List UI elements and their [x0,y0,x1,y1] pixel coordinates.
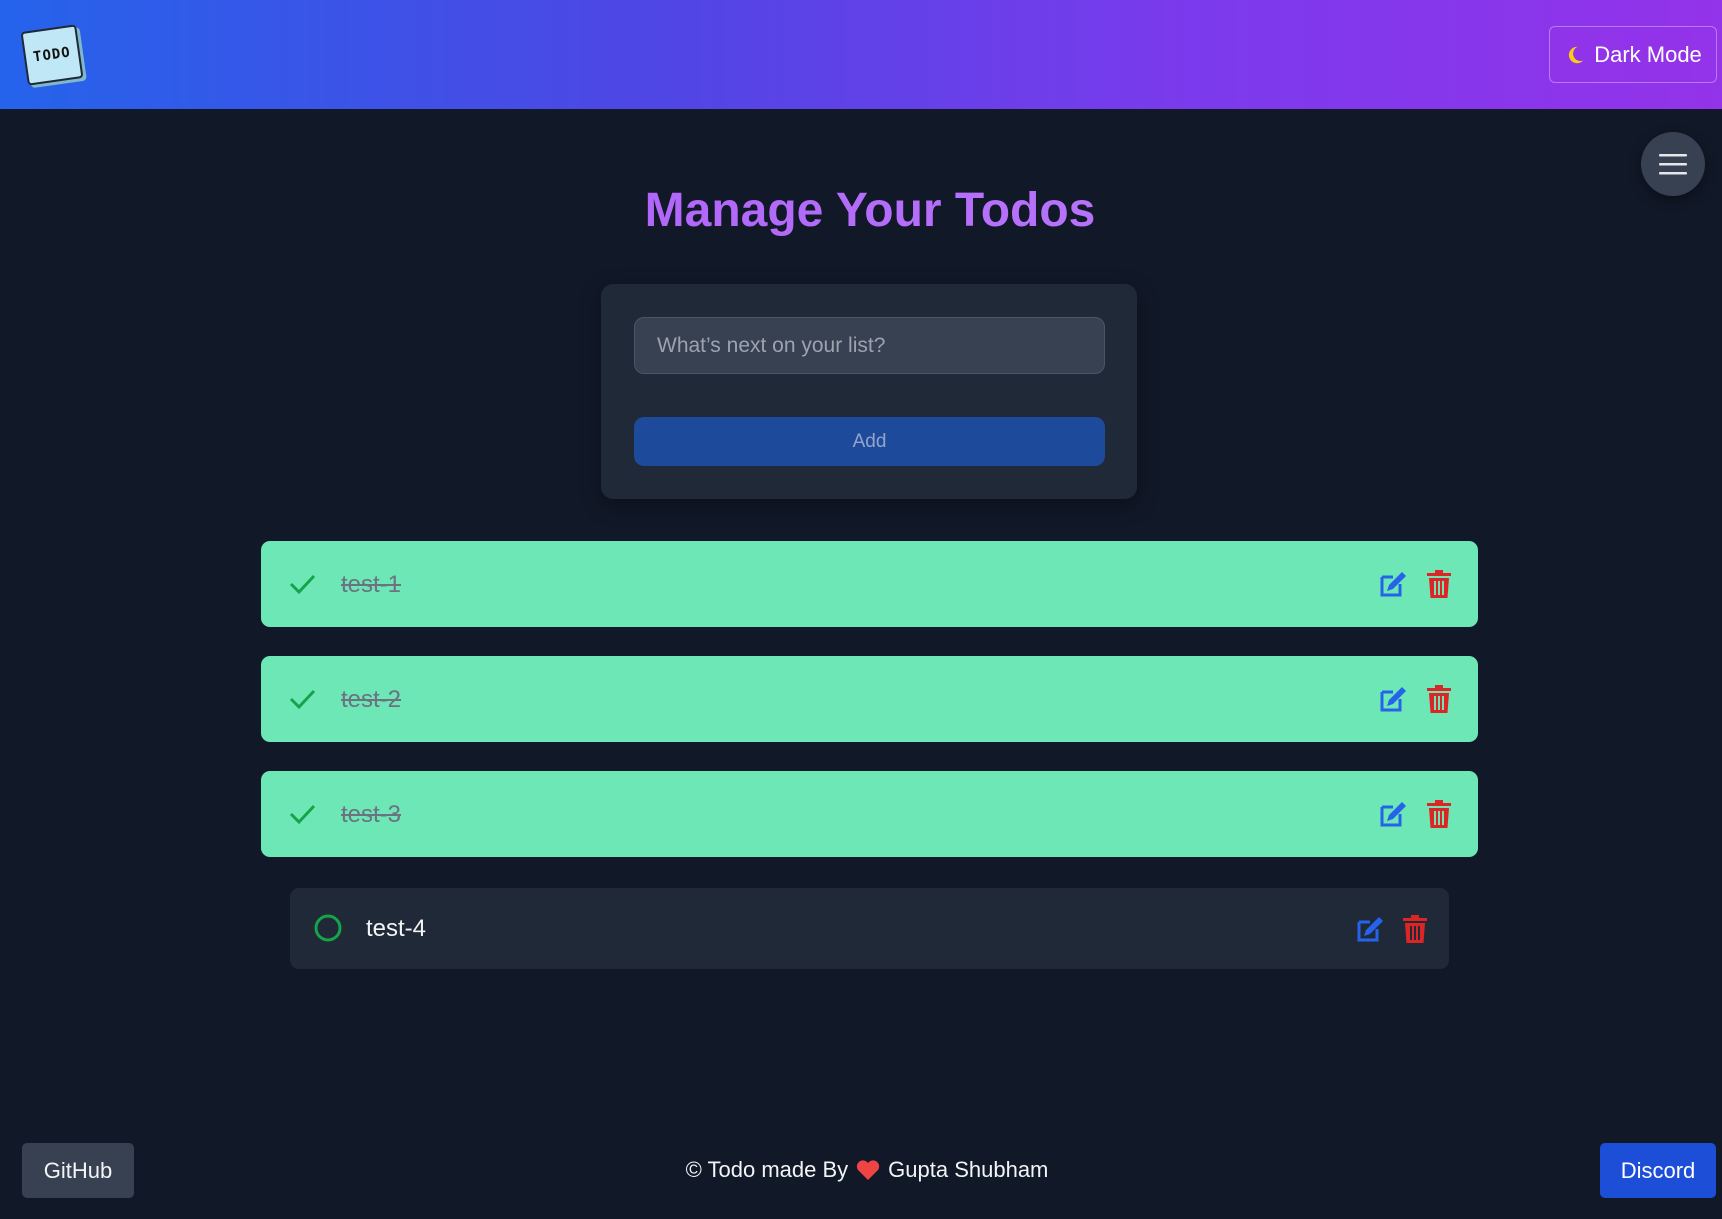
todo-text: test-1 [341,571,402,598]
hamburger-menu-icon [1659,154,1687,175]
heart-icon [857,1160,880,1180]
dark-mode-label: Dark Mode [1594,41,1702,67]
todo-text: test-4 [366,915,427,942]
todo-input[interactable] [634,317,1105,374]
todo-text: test-3 [341,801,402,828]
checkmark-icon[interactable] [287,684,317,714]
trash-icon[interactable] [1424,569,1454,599]
discord-button[interactable]: Discord [1600,1143,1716,1198]
moon-icon [1569,46,1584,63]
credit-author: Gupta Shubham [888,1157,1049,1182]
edit-icon[interactable] [1355,914,1385,944]
add-button[interactable]: Add [634,417,1105,466]
todo-logo[interactable]: TODO [20,24,84,86]
edit-icon[interactable] [1378,684,1408,714]
todo-text: test-2 [341,686,402,713]
circle-unchecked-icon[interactable] [313,913,343,943]
todo-item: test-2 [261,656,1478,742]
app-header: TODO Dark Mode [0,0,1722,109]
checkmark-icon[interactable] [287,799,317,829]
footer-credit: © Todo made By Gupta Shubham [0,1157,1722,1183]
edit-icon[interactable] [1378,569,1408,599]
trash-icon[interactable] [1400,914,1430,944]
checkmark-icon[interactable] [287,569,317,599]
credit-prefix: © Todo made By [685,1157,849,1182]
add-todo-form: Add [601,284,1137,499]
todo-item: test-1 [261,541,1478,627]
logo-text: TODO [32,44,72,66]
dark-mode-toggle[interactable]: Dark Mode [1549,26,1717,83]
page-title: Manage Your Todos [0,183,1722,238]
todo-item: test-3 [261,771,1478,857]
edit-icon[interactable] [1378,799,1408,829]
todo-item: test-4 [290,888,1449,969]
trash-icon[interactable] [1424,799,1454,829]
trash-icon[interactable] [1424,684,1454,714]
